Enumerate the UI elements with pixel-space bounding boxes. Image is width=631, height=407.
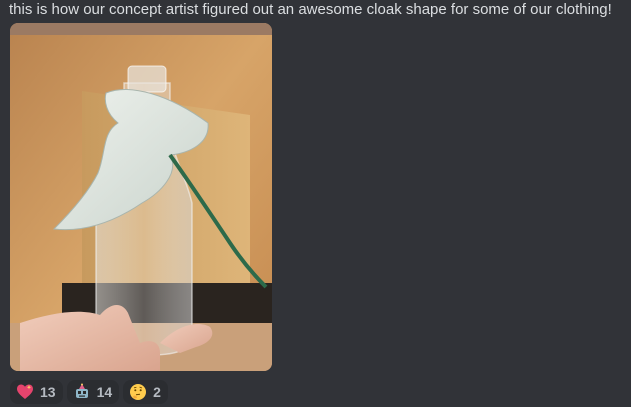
reaction-thinking[interactable]: 2 [123,380,168,404]
bottle-photo [10,23,272,371]
reactions-bar: 13 14 2 [10,380,168,404]
reaction-count: 14 [96,384,113,400]
reaction-robot[interactable]: 14 [66,380,120,404]
reaction-count: 2 [153,384,161,400]
chat-message: this is how our concept artist figured o… [0,0,631,407]
robot-party-icon [75,383,88,398]
reaction-count: 13 [40,384,56,400]
heart-with-sparkle-icon [17,384,33,399]
reaction-heart[interactable]: 13 [10,380,63,404]
image-attachment[interactable] [10,23,272,371]
message-content: this is how our concept artist figured o… [9,1,612,18]
thinking-face-icon [130,384,147,400]
